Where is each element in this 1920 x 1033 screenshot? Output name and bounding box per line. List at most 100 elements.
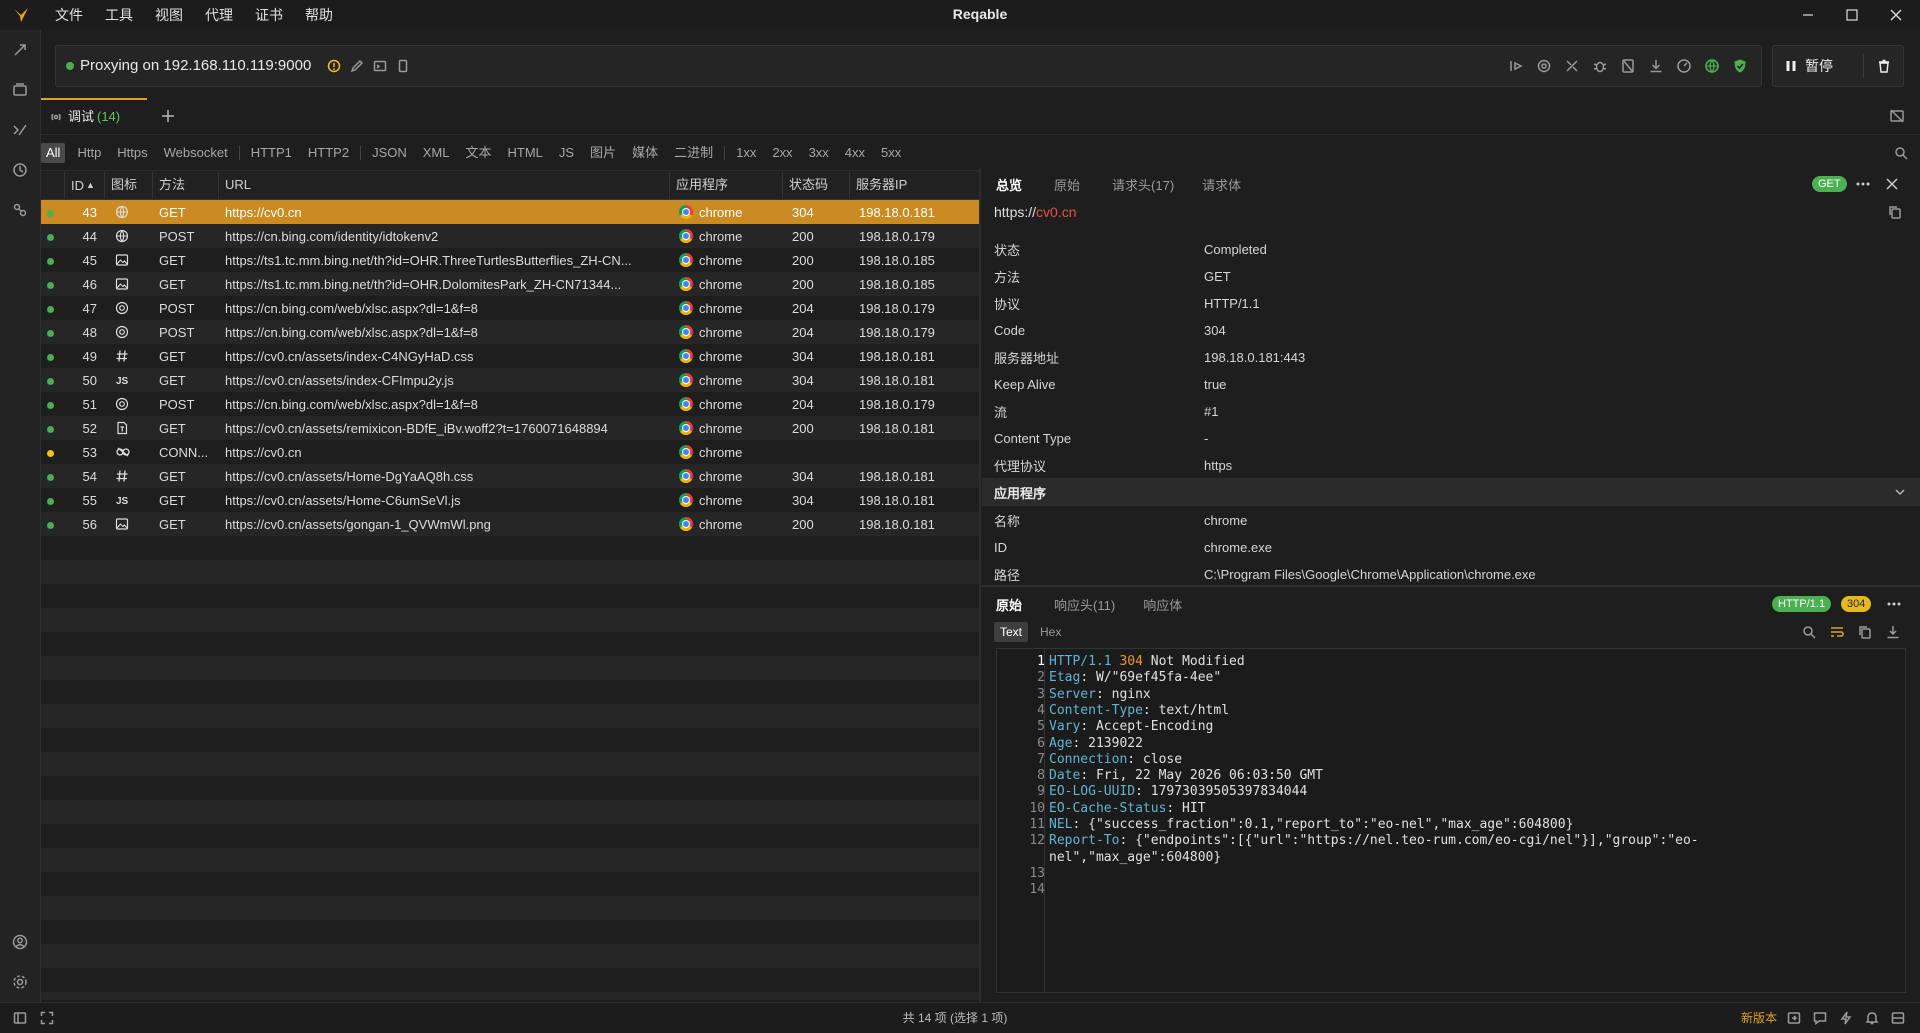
col-id[interactable]: ID ▲ <box>65 171 105 199</box>
filter-3xx[interactable]: 3xx <box>801 143 837 163</box>
copy-code-icon[interactable] <box>1858 625 1872 639</box>
table-row[interactable]: 55 JS GET https://cv0.cn/assets/Home-C6umSe… <box>41 488 979 512</box>
qr-terminal-icon[interactable] <box>373 59 387 73</box>
filter-2xx[interactable]: 2xx <box>764 143 800 163</box>
tab-response-body[interactable]: 响应体 <box>1129 595 1196 614</box>
export-icon[interactable] <box>1787 1011 1801 1025</box>
table-row[interactable]: 50 JS GET https://cv0.cn/assets/index-CFImp… <box>41 368 979 392</box>
table-row[interactable]: 49 GET https://cv0.cn/assets/index-C4NGyHa… <box>41 344 979 368</box>
app-section-header[interactable]: 应用程序 <box>982 478 1920 506</box>
filter-image[interactable]: 图片 <box>582 143 624 163</box>
filter-media[interactable]: 媒体 <box>624 143 666 163</box>
table-row[interactable]: 46 GET https://ts1.tc.mm.bing.net/th?id=OH… <box>41 272 979 296</box>
rail-account-icon[interactable] <box>10 932 30 952</box>
filter-js[interactable]: JS <box>551 143 582 163</box>
notification-bell-icon[interactable] <box>1865 1011 1879 1025</box>
tab-overview[interactable]: 总览 <box>982 175 1036 194</box>
rail-api-test-icon[interactable] <box>10 120 30 140</box>
rewrite-icon[interactable] <box>1536 58 1552 74</box>
wrap-lines-icon[interactable] <box>1830 625 1844 639</box>
system-proxy-globe-icon[interactable] <box>1704 58 1720 74</box>
minimize-button[interactable] <box>1786 0 1830 30</box>
col-url[interactable]: URL <box>219 171 670 199</box>
tab-request-headers[interactable]: 请求头(17) <box>1094 175 1188 194</box>
chrome-icon <box>679 517 693 531</box>
panel-splitter[interactable] <box>979 168 981 1002</box>
table-row[interactable]: 48 POST https://cn.bing.com/web/xlsc.aspx?… <box>41 320 979 344</box>
rail-tools-icon[interactable] <box>10 200 30 220</box>
filter-html[interactable]: HTML <box>499 143 550 163</box>
feedback-icon[interactable] <box>1813 1011 1827 1025</box>
filter-websocket[interactable]: Websocket <box>156 143 236 163</box>
raw-response-viewer[interactable]: 1 HTTP/1.1 304 Not Modified 2 Etag: W/"69ef… <box>996 648 1906 993</box>
table-row[interactable]: 54 GET https://cv0.cn/assets/Home-DgYaAQ8h… <box>41 464 979 488</box>
table-row[interactable]: 45 GET https://ts1.tc.mm.bing.net/th?id=OH… <box>41 248 979 272</box>
layout-icon[interactable] <box>1891 1011 1905 1025</box>
table-row[interactable]: 47 POST https://cn.bing.com/web/xlsc.aspx?… <box>41 296 979 320</box>
save-code-icon[interactable] <box>1886 625 1900 639</box>
filter-http[interactable]: Http <box>69 143 109 163</box>
filter-https[interactable]: Https <box>109 143 155 163</box>
filter-all[interactable]: All <box>41 143 66 163</box>
response-splitter[interactable] <box>982 585 1920 587</box>
warning-icon[interactable] <box>327 59 341 73</box>
table-row[interactable]: 43 GET https://cv0.cn chrome 304 198.18.0.181 <box>41 200 979 224</box>
close-detail-icon[interactable] <box>1885 177 1899 191</box>
rail-capture-icon[interactable] <box>10 40 30 60</box>
copy-url-icon[interactable] <box>1888 205 1902 219</box>
edit-proxy-icon[interactable] <box>350 59 364 73</box>
throttle-icon[interactable] <box>1676 58 1692 74</box>
filter-4xx[interactable]: 4xx <box>837 143 873 163</box>
col-server-ip[interactable]: 服务器IP <box>850 171 979 199</box>
ssl-shield-icon[interactable] <box>1732 58 1748 74</box>
row-app: chrome <box>670 277 783 292</box>
filter-5xx[interactable]: 5xx <box>873 143 909 163</box>
pause-button[interactable]: 暂停 <box>1785 46 1833 86</box>
maximize-button[interactable] <box>1830 0 1874 30</box>
mirror-icon[interactable] <box>1564 58 1580 74</box>
row-app: chrome <box>670 517 783 532</box>
download-icon[interactable] <box>1648 58 1664 74</box>
hide-panel-icon[interactable] <box>1889 108 1905 124</box>
filter-text[interactable]: 文本 <box>457 143 499 163</box>
new-version-link[interactable]: 新版本 <box>1741 1003 1777 1033</box>
table-row[interactable]: 44 POST https://cn.bing.com/identity/idtok… <box>41 224 979 248</box>
filter-http1[interactable]: HTTP1 <box>243 143 300 163</box>
table-row[interactable]: 52 GET https://cv0.cn/assets/remixicon-BDf… <box>41 416 979 440</box>
view-text-button[interactable]: Text <box>994 622 1029 642</box>
table-row[interactable]: 51 POST https://cn.bing.com/web/xlsc.aspx?… <box>41 392 979 416</box>
tab-response-headers[interactable]: 响应头(11) <box>1036 595 1129 614</box>
rail-collection-icon[interactable] <box>10 80 30 100</box>
col-icon[interactable]: 图标 <box>105 171 153 199</box>
search-icon[interactable] <box>1894 146 1908 160</box>
table-row[interactable]: 56 GET https://cv0.cn/assets/gongan-1_QVWm… <box>41 512 979 536</box>
tab-response-raw[interactable]: 原始 <box>982 595 1036 614</box>
breakpoint-icon[interactable] <box>1508 58 1524 74</box>
rail-settings-icon[interactable] <box>10 972 30 992</box>
response-more-icon[interactable] <box>1886 597 1902 611</box>
filter-binary[interactable]: 二进制 <box>666 143 721 163</box>
tab-request-body[interactable]: 请求体 <box>1188 175 1255 194</box>
tab-raw[interactable]: 原始 <box>1036 175 1094 194</box>
close-window-button[interactable] <box>1874 0 1918 30</box>
mobile-device-icon[interactable] <box>396 59 410 73</box>
filter-http2[interactable]: HTTP2 <box>300 143 357 163</box>
table-row[interactable]: 53 CONN... https://cv0.cn chrome <box>41 440 979 464</box>
view-hex-button[interactable]: Hex <box>1034 622 1067 642</box>
filter-1xx[interactable]: 1xx <box>728 143 764 163</box>
script-bug-icon[interactable] <box>1592 58 1608 74</box>
code-search-icon[interactable] <box>1802 625 1816 639</box>
col-status[interactable]: 状态码 <box>783 171 850 199</box>
filter-json[interactable]: JSON <box>364 143 415 163</box>
col-app[interactable]: 应用程序 <box>670 171 783 199</box>
lightning-icon[interactable] <box>1839 1011 1853 1025</box>
more-options-icon[interactable] <box>1855 177 1871 191</box>
rail-history-icon[interactable] <box>10 160 30 180</box>
clear-trash-icon[interactable] <box>1877 59 1891 73</box>
code-line: Server: nginx <box>1049 686 1151 702</box>
add-tab-button[interactable] <box>160 108 176 124</box>
filter-xml[interactable]: XML <box>415 143 458 163</box>
block-list-icon[interactable] <box>1620 58 1636 74</box>
col-method[interactable]: 方法 <box>153 171 219 199</box>
tab-debug[interactable]: 调试 (14) <box>41 98 147 136</box>
